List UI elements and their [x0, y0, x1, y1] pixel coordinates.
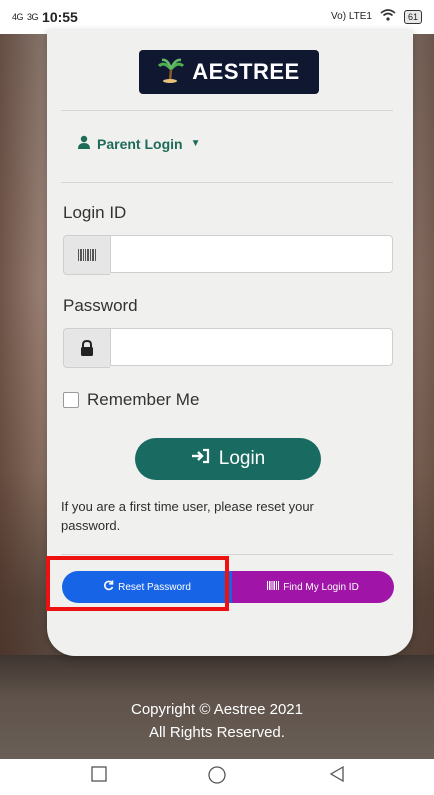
status-left: 4G 3G 10:55: [12, 9, 78, 25]
home-button[interactable]: [207, 765, 227, 790]
barcode-icon: [63, 235, 110, 275]
highlight-box: [46, 556, 229, 611]
logo: AESTREE: [139, 50, 319, 94]
lock-icon: [63, 328, 110, 368]
status-right: Vo) LTE1 61: [331, 9, 422, 24]
status-time: 10:55: [42, 9, 78, 25]
rights-text: All Rights Reserved.: [149, 724, 285, 741]
password-label: Password: [63, 296, 138, 315]
login-id-label: Login ID: [63, 203, 127, 222]
remember-label: Remember Me: [87, 390, 200, 409]
divider: [61, 182, 393, 183]
sign-in-icon: [191, 448, 211, 470]
password-input[interactable]: [110, 328, 393, 366]
find-login-id-label: Find My Login ID: [283, 581, 359, 593]
palm-tree-icon: [158, 57, 185, 88]
navigation-bar: [0, 759, 434, 795]
login-button-label: Login: [218, 448, 266, 469]
first-time-info: If you are a first time user, please res…: [61, 499, 314, 533]
recents-button[interactable]: [90, 765, 108, 788]
user-icon: [77, 135, 91, 152]
find-login-id-button[interactable]: Find My Login ID: [232, 571, 394, 603]
password-group: [63, 328, 393, 368]
copyright-text: Copyright © Aestree 2021: [131, 701, 303, 718]
login-id-input[interactable]: [110, 235, 393, 273]
wifi-icon: [380, 9, 396, 24]
network-indicator-1: 4G: [12, 11, 24, 22]
battery-icon: 61: [403, 9, 422, 24]
remember-me: Remember Me: [63, 390, 199, 410]
logo-text: AESTREE: [192, 59, 300, 84]
back-button[interactable]: [328, 765, 346, 788]
barcode-icon: [267, 581, 280, 593]
volte-icon: Vo) LTE1: [331, 11, 372, 22]
login-button[interactable]: Login: [135, 438, 321, 480]
network-indicator-2: 3G: [27, 11, 39, 22]
status-bar: 4G 3G 10:55 Vo) LTE1 61: [0, 0, 434, 34]
remember-checkbox[interactable]: [63, 392, 79, 408]
footer: Copyright © Aestree 2021 All Rights Rese…: [0, 698, 434, 744]
login-id-group: [63, 235, 393, 275]
divider: [61, 554, 393, 555]
caret-down-icon: ▼: [190, 138, 201, 149]
login-type-label: Parent Login: [97, 135, 183, 152]
divider: [61, 110, 393, 111]
login-type-dropdown[interactable]: Parent Login ▼: [77, 135, 200, 152]
